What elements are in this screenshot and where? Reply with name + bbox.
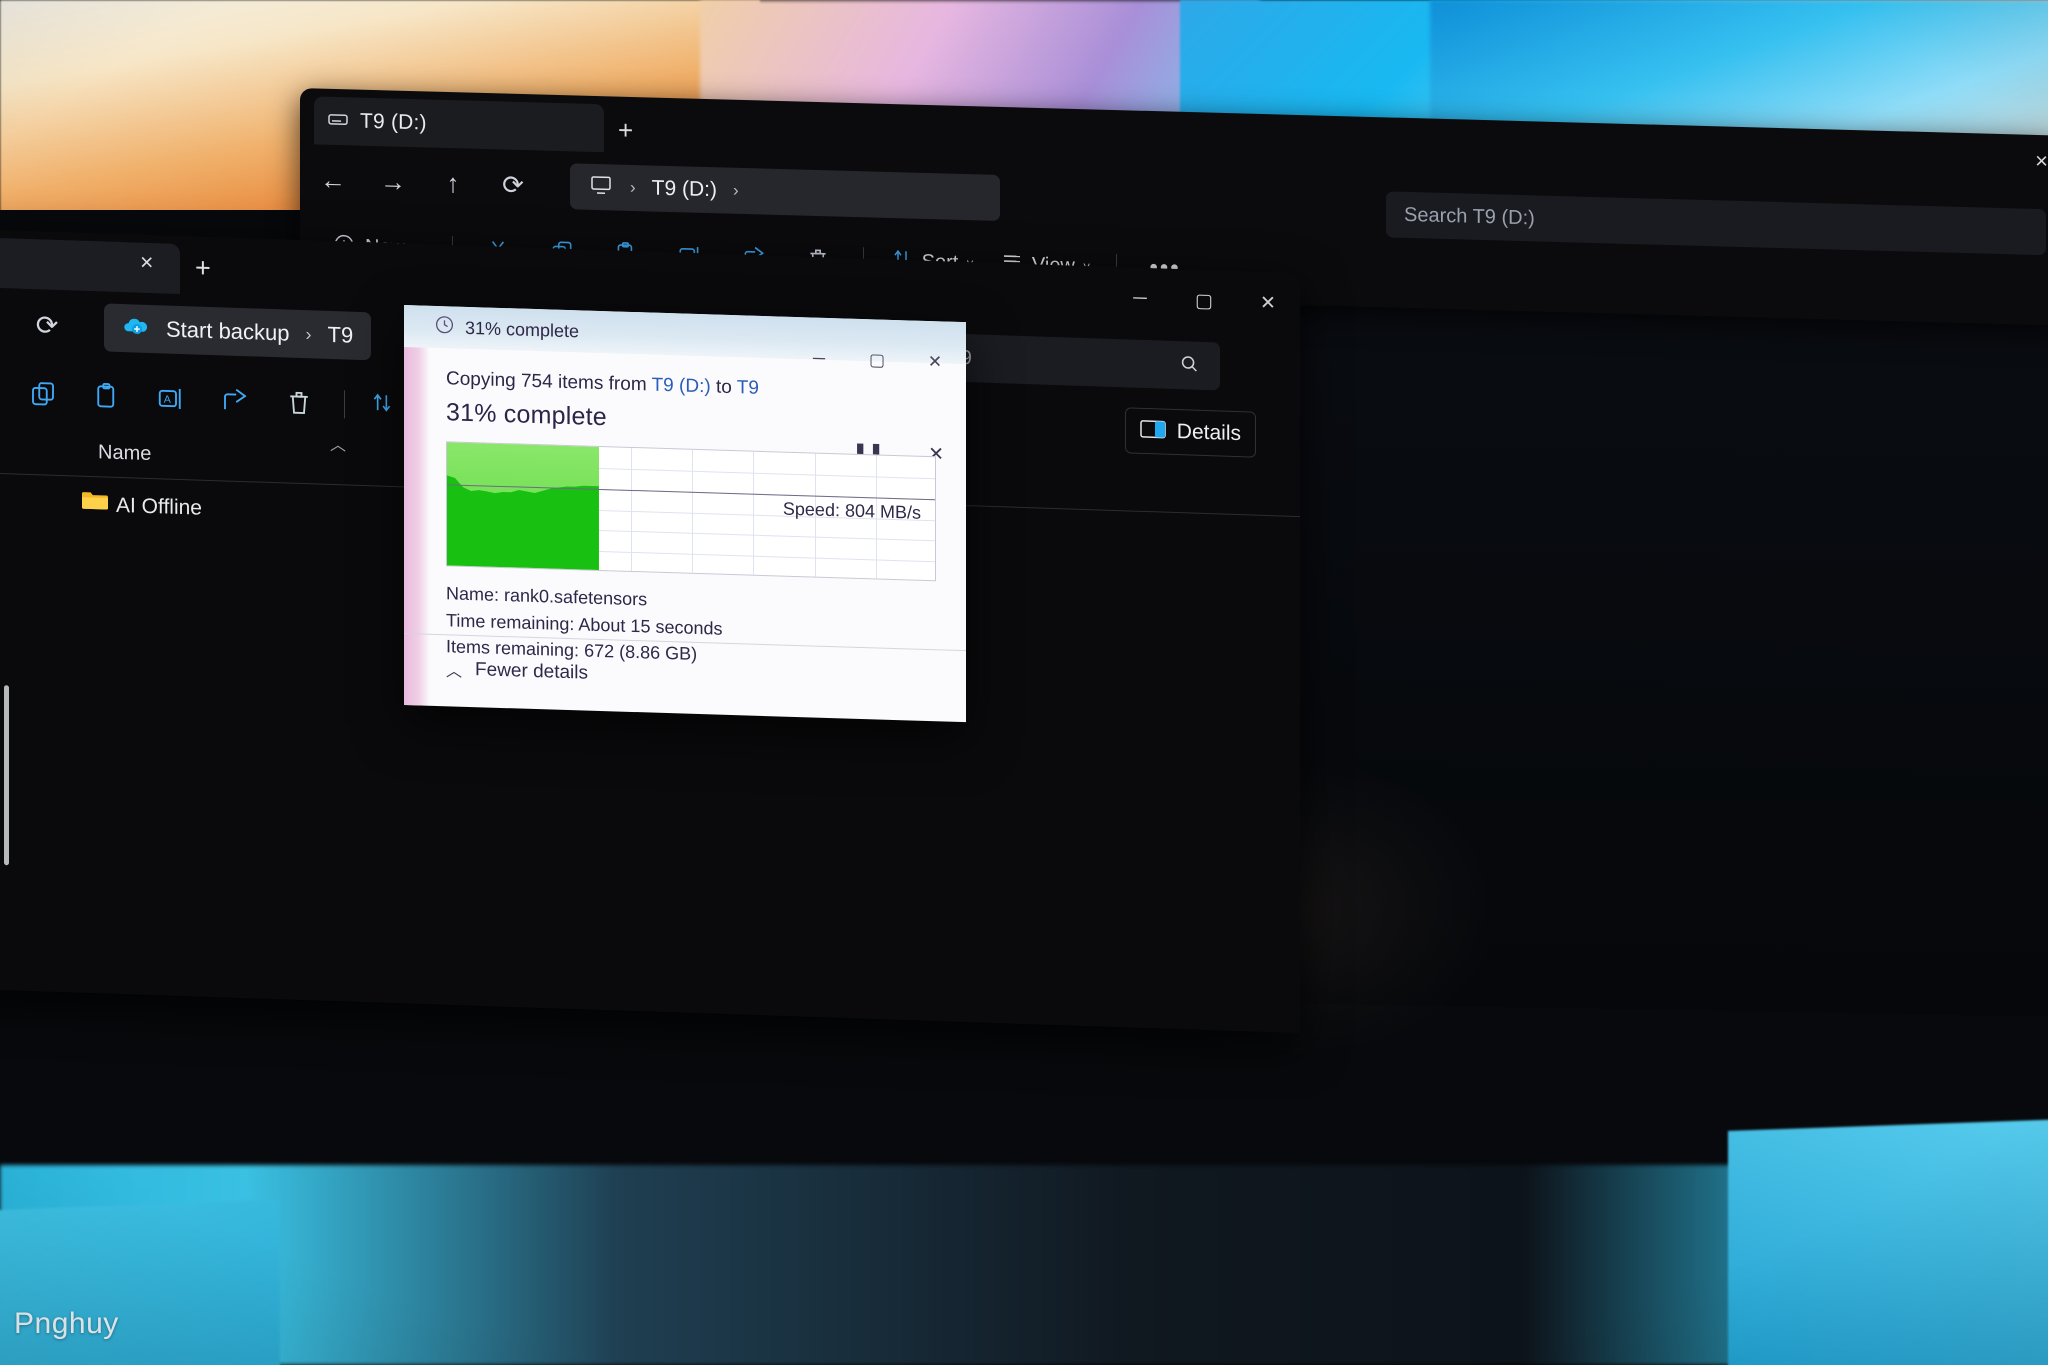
cut-icon[interactable] [0,368,8,416]
folder-icon [80,489,110,519]
navigation-pane [0,663,10,1005]
fewer-details-label: Fewer details [475,659,589,684]
monitor-icon[interactable] [588,172,614,202]
copy-target: T9 [736,377,759,399]
detail-time-value: About 15 seconds [578,613,723,639]
photo-watermark: Pnghuy [14,1307,119,1340]
fewer-details-toggle[interactable]: ︿ Fewer details [446,657,588,685]
copy-icon[interactable] [14,370,72,418]
percent-complete-label: 31% complete [446,398,607,432]
sort-icon [369,389,395,422]
onedrive-icon[interactable] [122,315,150,343]
paste-icon[interactable] [78,373,136,421]
details-pane-button[interactable]: Details [1124,407,1256,458]
back-icon[interactable]: ← [316,162,350,197]
details-pane-icon [1140,418,1166,444]
copy-summary-prefix: Copying 754 items from [446,368,652,396]
tab-t9-d[interactable]: T9 (D:) [314,96,604,153]
breadcrumb-separator: › [305,323,312,344]
search-icon[interactable] [1178,352,1200,380]
copy-source: T9 (D:) [651,374,711,398]
file-name[interactable]: AI Offline [116,494,202,521]
clock-icon [434,314,455,341]
column-header-name[interactable]: Name [98,441,151,466]
command-separator [344,390,345,419]
minimize-button[interactable]: ─ [1108,277,1172,321]
copy-progress-dialog[interactable]: 31% complete ─ ▢ ✕ Copying 754 items fro… [404,305,966,723]
detail-name-label: Name: [446,583,500,605]
detail-name-value: rank0.safetensors [504,585,648,610]
refresh-icon[interactable]: ⟳ [30,308,64,343]
tab-close-icon[interactable]: × [2035,148,2048,174]
detail-time-label: Time remaining: [446,609,575,634]
sort-ascending-icon: ︿ [330,436,347,455]
speed-graph: Speed: 804 MB/s [446,441,936,582]
breadcrumb[interactable]: › T9 (D:) › [570,163,1000,221]
rename-icon[interactable]: A [142,375,200,423]
delete-icon[interactable] [270,379,328,427]
share-icon[interactable] [206,377,264,425]
tab-label: T9 (D:) [360,109,427,135]
breadcrumb-item-t9[interactable]: T9 (D:) [652,177,717,203]
breadcrumb-separator-2[interactable]: › [733,181,739,201]
refresh-icon[interactable]: ⟳ [496,167,530,202]
breadcrumb[interactable]: Start backup › T9 [104,303,372,361]
wallpaper-bottom-right [1728,1119,2048,1365]
breadcrumb-item-t9[interactable]: T9 [328,322,354,349]
drive-icon [326,106,350,136]
dialog-body: Copying 754 items from T9 (D:) to T9 31%… [404,347,966,582]
copy-summary-middle: to [710,376,737,399]
maximize-button[interactable]: ▢ [1172,279,1236,323]
new-tab-icon[interactable]: + [195,252,211,284]
speed-label: Speed: 804 MB/s [782,498,921,523]
breadcrumb-item-start-backup[interactable]: Start backup [166,316,290,346]
window-controls: ─ ▢ ✕ [1108,277,1300,325]
search-placeholder: Search T9 (D:) [1404,203,1535,229]
breadcrumb-separator-1: › [630,177,636,198]
close-button[interactable]: ✕ [1236,281,1300,325]
dialog-title: 31% complete [465,317,580,341]
up-icon[interactable]: ↑ [436,166,470,201]
details-label: Details [1176,420,1241,446]
tab-close-icon[interactable]: × [140,249,153,276]
svg-text:A: A [164,394,172,406]
chevron-up-icon: ︿ [446,663,463,681]
new-tab-icon[interactable]: + [618,115,633,146]
forward-icon[interactable]: → [376,164,410,199]
